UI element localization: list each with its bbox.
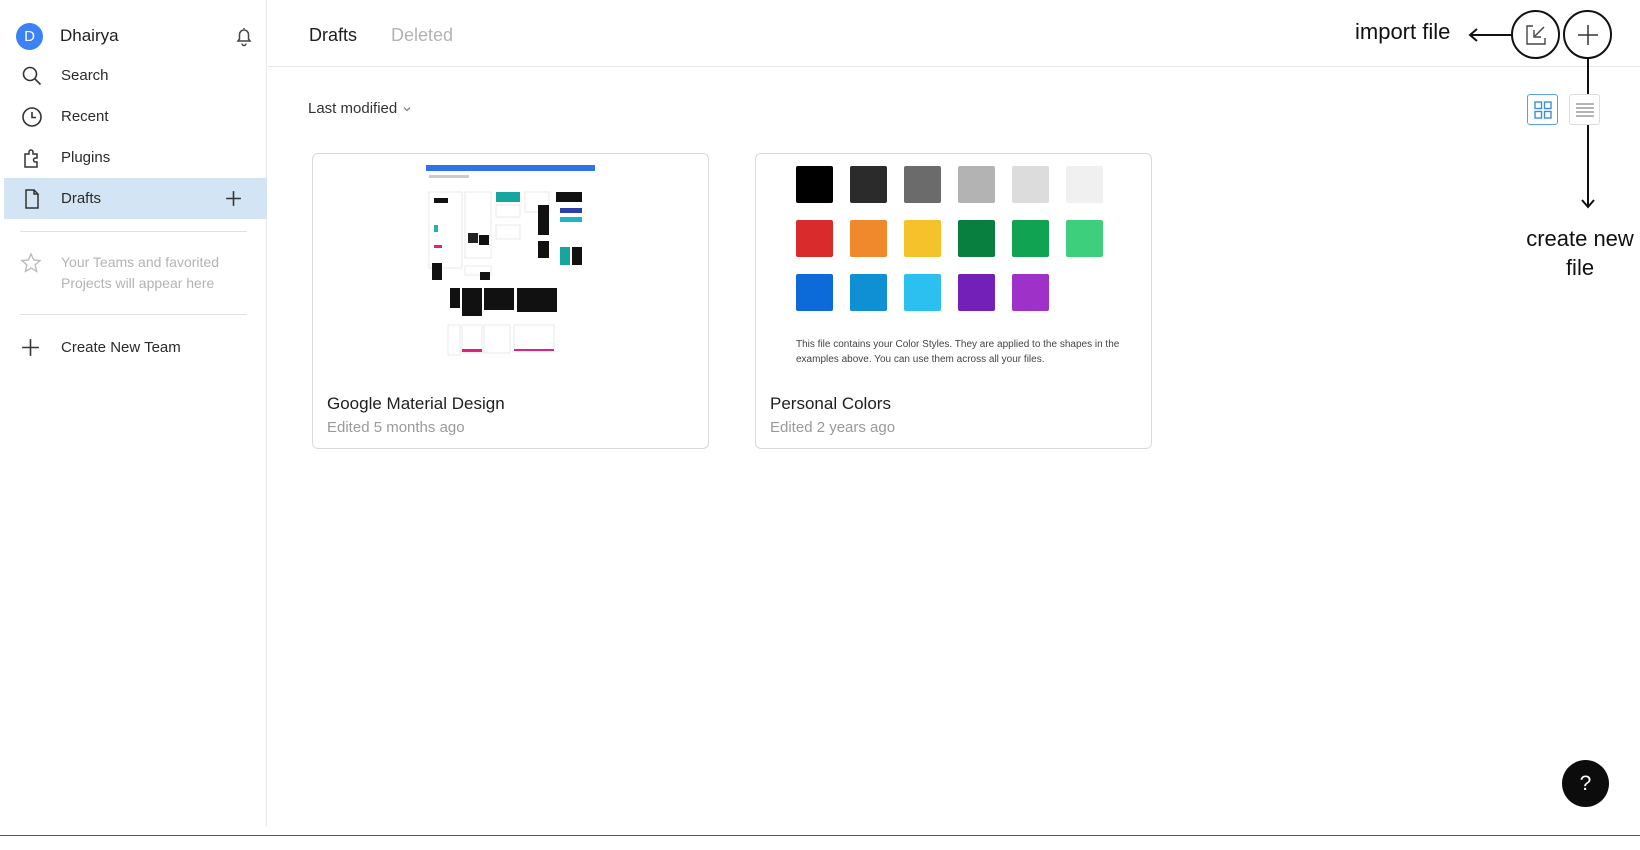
color-swatch (1066, 220, 1103, 257)
color-swatch (1012, 166, 1049, 203)
star-icon (20, 252, 42, 273)
clock-icon (22, 107, 42, 127)
file-thumbnail: This file contains your Color Styles. Th… (756, 154, 1151, 370)
color-swatch (796, 166, 833, 203)
plus-icon (22, 338, 39, 356)
color-styles-note: This file contains your Color Styles. Th… (796, 339, 1120, 365)
user-row[interactable]: D Dhairya (16, 21, 256, 51)
bell-icon[interactable] (232, 24, 256, 48)
color-swatch (904, 166, 941, 203)
plugin-icon (24, 149, 38, 168)
sidebar-item-label: Drafts (61, 190, 102, 207)
tab-deleted[interactable]: Deleted (391, 25, 453, 46)
color-swatch (850, 274, 887, 311)
color-swatch (1066, 166, 1103, 203)
sidebar-item-recent[interactable]: Recent (4, 96, 267, 137)
sidebar-item-label: Recent (61, 108, 109, 125)
sidebar-item-plugins[interactable]: Plugins (4, 137, 267, 178)
sidebar: D Dhairya Search Recent Plugins Drafts Y… (0, 0, 267, 826)
plus-icon (1578, 25, 1598, 45)
material-design-preview (426, 165, 595, 365)
color-swatch (958, 220, 995, 257)
import-file-button[interactable] (1511, 10, 1560, 59)
sidebar-item-label: Plugins (61, 149, 111, 166)
arrow-left-icon (1468, 28, 1513, 42)
tab-drafts[interactable]: Drafts (309, 25, 357, 46)
list-icon (1576, 103, 1594, 117)
chevron-down-icon (403, 106, 411, 111)
sort-dropdown[interactable]: Last modified (308, 100, 411, 117)
create-new-file-button[interactable] (1563, 10, 1612, 59)
grid-icon (1534, 101, 1552, 119)
sort-label: Last modified (308, 100, 398, 117)
sidebar-divider (20, 314, 247, 315)
file-card[interactable]: Google Material Design Edited 5 months a… (312, 153, 709, 449)
import-icon (1526, 25, 1546, 45)
file-edited-time: Edited 5 months ago (327, 419, 465, 436)
color-swatch (904, 220, 941, 257)
sidebar-item-label: Search (61, 67, 109, 84)
color-swatch (850, 220, 887, 257)
color-swatch (904, 274, 941, 311)
color-swatch (1012, 274, 1049, 311)
color-swatch (1012, 220, 1049, 257)
create-new-team-label: Create New Team (61, 338, 181, 356)
list-view-button[interactable] (1569, 94, 1600, 125)
arrow-down-icon (1581, 58, 1595, 209)
sidebar-divider (20, 231, 247, 232)
color-swatch (958, 274, 995, 311)
file-title: Personal Colors (770, 394, 891, 413)
create-new-team-button[interactable]: Create New Team (20, 334, 181, 360)
file-card[interactable]: This file contains your Color Styles. Th… (755, 153, 1152, 449)
file-edited-time: Edited 2 years ago (770, 419, 896, 436)
create-new-file-annotation: create new file (1526, 226, 1634, 280)
color-swatch (796, 274, 833, 311)
import-file-annotation: import file (1355, 19, 1451, 44)
search-icon (22, 66, 42, 86)
sidebar-item-drafts[interactable]: Drafts (4, 178, 267, 219)
file-thumbnail (313, 154, 708, 370)
grid-view-button[interactable] (1527, 94, 1558, 125)
file-title: Google Material Design (327, 394, 505, 413)
file-icon (25, 189, 39, 209)
user-name[interactable]: Dhairya (60, 26, 119, 46)
bottom-divider (0, 835, 1640, 836)
color-swatch (796, 220, 833, 257)
color-swatch (958, 166, 995, 203)
help-button[interactable]: ? (1562, 760, 1609, 807)
color-swatch (850, 166, 887, 203)
add-draft-icon[interactable] (223, 188, 244, 209)
favorites-note: Your Teams and favorited Projects will a… (61, 254, 219, 291)
sidebar-item-search[interactable]: Search (4, 55, 267, 96)
avatar[interactable]: D (16, 22, 43, 50)
